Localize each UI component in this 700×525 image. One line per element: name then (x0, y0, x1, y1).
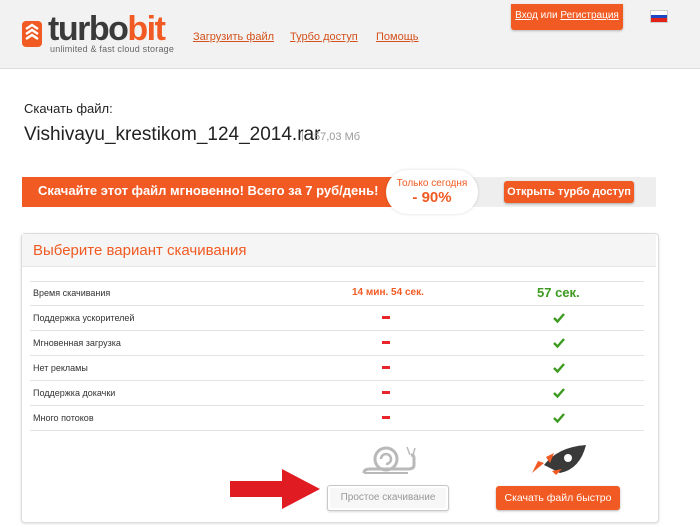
rocket-icon (532, 445, 586, 475)
check-icon (553, 413, 565, 424)
file-size: 57,03 Мб (314, 131, 361, 143)
today-only-label: Только сегодня (396, 178, 468, 189)
logo-brand: turbo (48, 10, 129, 48)
file-name: Vishivayu_krestikom_124_2014.rar (24, 124, 321, 145)
logo-brand-accent: bit (127, 10, 166, 48)
ru-flag-icon[interactable] (650, 10, 668, 23)
no-mark-icon (382, 416, 390, 419)
slow-download-time: 14 мин. 54 сек. (352, 287, 424, 298)
check-icon (553, 363, 565, 374)
row-divider (30, 430, 644, 431)
logo-wordmark[interactable]: turbobit (48, 10, 166, 48)
row-divider (30, 405, 644, 406)
no-mark-icon (382, 316, 390, 319)
no-mark-icon (382, 366, 390, 369)
nav-upload-link[interactable]: Загрузить файл (193, 31, 274, 43)
row-divider (30, 355, 644, 356)
file-separator: | (301, 130, 304, 142)
promo-text: Скачайте этот файл мгновенно! Всего за 7… (38, 183, 379, 198)
download-file-label: Скачать файл: (24, 101, 113, 116)
fast-download-button[interactable]: Скачать файл быстро (496, 486, 620, 510)
download-options-panel (21, 233, 659, 523)
row-label-instant: Мгновенная загрузка (33, 338, 121, 348)
check-icon (553, 338, 565, 349)
no-mark-icon (382, 391, 390, 394)
arrow-icon (230, 469, 320, 509)
row-divider (30, 330, 644, 331)
simple-download-button[interactable]: Простое скачивание (327, 485, 449, 511)
panel-title: Выберите вариант скачивания (33, 242, 247, 259)
register-link[interactable]: Регистрация (560, 10, 618, 21)
logo-tagline: unlimited & fast cloud storage (50, 44, 175, 54)
row-label-resume: Поддержка докачки (33, 388, 116, 398)
login-link[interactable]: Вход (515, 10, 538, 21)
row-divider (30, 281, 644, 282)
no-mark-icon (382, 341, 390, 344)
nav-turbo-link[interactable]: Турбо доступ (290, 31, 358, 43)
auth-box: Вход или Регистрация (511, 4, 623, 30)
row-label-accelerators: Поддержка ускорителей (33, 313, 135, 323)
row-divider (30, 380, 644, 381)
logo-icon[interactable] (22, 21, 42, 47)
discount-value: - 90% (412, 189, 452, 206)
fast-download-time: 57 сек. (537, 285, 580, 300)
check-icon (553, 388, 565, 399)
row-label-download-time: Время скачивания (33, 288, 111, 298)
row-label-multithread: Много потоков (33, 413, 94, 423)
nav-help-link[interactable]: Помощь (376, 31, 419, 43)
snail-icon (362, 446, 416, 474)
row-divider (30, 305, 644, 306)
row-label-no-ads: Нет рекламы (33, 363, 88, 373)
open-turbo-button[interactable]: Открыть турбо доступ (504, 181, 634, 203)
auth-or-text: или (540, 10, 558, 21)
check-icon (553, 313, 565, 324)
